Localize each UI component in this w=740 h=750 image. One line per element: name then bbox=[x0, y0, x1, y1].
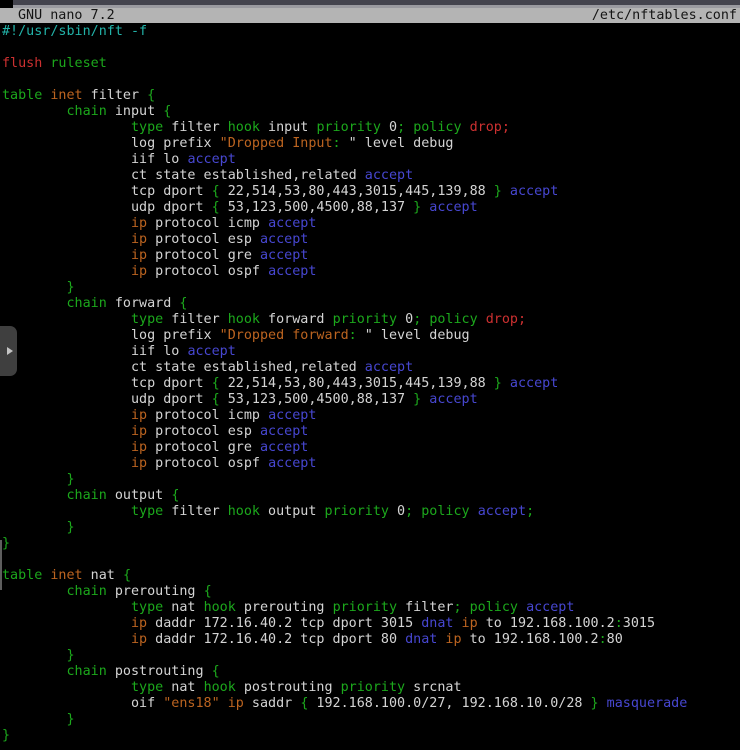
code-line: chain forward { bbox=[0, 296, 740, 312]
code-line: ct state established,related accept bbox=[0, 168, 740, 184]
editor-buffer[interactable]: #!/usr/sbin/nft -f flush ruleset table i… bbox=[0, 23, 740, 750]
code-line: #!/usr/sbin/nft -f bbox=[0, 24, 740, 40]
code-line: type filter hook forward priority 0; pol… bbox=[0, 312, 740, 328]
code-line: log prefix "Dropped Input: " level debug bbox=[0, 136, 740, 152]
code-line: type nat hook postrouting priority srcna… bbox=[0, 680, 740, 696]
code-line bbox=[0, 552, 740, 568]
app-title: GNU nano 7.2 bbox=[0, 8, 115, 23]
code-line bbox=[0, 72, 740, 88]
file-path: /etc/nftables.conf bbox=[592, 8, 740, 23]
code-line: ct state established,related accept bbox=[0, 360, 740, 376]
code-line: ip daddr 172.16.40.2 tcp dport 3015 dnat… bbox=[0, 616, 740, 632]
code-line: log prefix "Dropped forward: " level deb… bbox=[0, 328, 740, 344]
code-line: } bbox=[0, 648, 740, 664]
code-line: tcp dport { 22,514,53,80,443,3015,445,13… bbox=[0, 376, 740, 392]
code-line: ip daddr 172.16.40.2 tcp dport 80 dnat i… bbox=[0, 632, 740, 648]
code-line: udp dport { 53,123,500,4500,88,137 } acc… bbox=[0, 200, 740, 216]
code-line: ip protocol ospf accept bbox=[0, 456, 740, 472]
code-line: } bbox=[0, 712, 740, 728]
code-line: chain input { bbox=[0, 104, 740, 120]
code-line: ip protocol esp accept bbox=[0, 424, 740, 440]
code-line: type nat hook prerouting priority filter… bbox=[0, 600, 740, 616]
chevron-right-icon bbox=[7, 347, 13, 355]
code-line: flush ruleset bbox=[0, 56, 740, 72]
code-line: chain postrouting { bbox=[0, 664, 740, 680]
code-line: chain prerouting { bbox=[0, 584, 740, 600]
code-line: ip protocol gre accept bbox=[0, 440, 740, 456]
code-line: table inet nat { bbox=[0, 568, 740, 584]
code-line: iif lo accept bbox=[0, 152, 740, 168]
code-line: ip protocol gre accept bbox=[0, 248, 740, 264]
code-line: udp dport { 53,123,500,4500,88,137 } acc… bbox=[0, 392, 740, 408]
code-line: iif lo accept bbox=[0, 344, 740, 360]
window-corner-notch bbox=[0, 0, 13, 8]
side-panel-handle[interactable] bbox=[0, 326, 17, 376]
code-line bbox=[0, 40, 740, 56]
code-line: oif "ens18" ip saddr { 192.168.100.0/27,… bbox=[0, 696, 740, 712]
code-line: ip protocol esp accept bbox=[0, 232, 740, 248]
code-line: type filter hook output priority 0; poli… bbox=[0, 504, 740, 520]
code-line: ip protocol icmp accept bbox=[0, 216, 740, 232]
code-line: ip protocol icmp accept bbox=[0, 408, 740, 424]
code-line: chain output { bbox=[0, 488, 740, 504]
nano-titlebar: GNU nano 7.2 /etc/nftables.conf bbox=[0, 8, 740, 23]
code-line: } bbox=[0, 280, 740, 296]
code-line: } bbox=[0, 472, 740, 488]
code-line: } bbox=[0, 536, 740, 552]
code-line: type filter hook input priority 0; polic… bbox=[0, 120, 740, 136]
code-line: ip protocol ospf accept bbox=[0, 264, 740, 280]
code-line: table inet filter { bbox=[0, 88, 740, 104]
code-line: } bbox=[0, 728, 740, 744]
scrollbar-remnant bbox=[0, 540, 2, 590]
code-line: } bbox=[0, 520, 740, 536]
code-line: tcp dport { 22,514,53,80,443,3015,445,13… bbox=[0, 184, 740, 200]
